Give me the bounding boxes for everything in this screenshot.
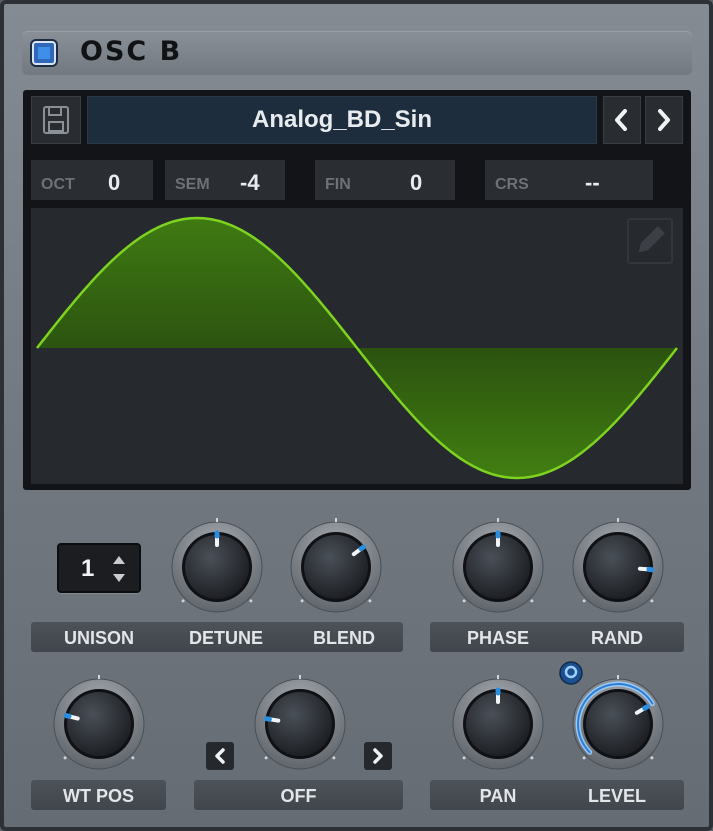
knob-graphic [572, 675, 664, 770]
pan-label: PAN [479, 786, 517, 806]
knob-graphic [572, 518, 664, 613]
param-crs-value: -- [585, 170, 600, 195]
wt-pos-knob[interactable] [49, 674, 149, 774]
save-icon [43, 106, 69, 134]
rand-label: RAND [591, 628, 643, 648]
param-fin[interactable]: FIN 0 [315, 160, 455, 200]
phase-label-bar: PHASE RAND [430, 622, 684, 652]
param-crs-label: CRS [495, 176, 529, 193]
param-oct-label: OCT [41, 176, 75, 193]
waveform-fill-positive [37, 218, 357, 348]
osc-title: OSC B [80, 36, 183, 67]
pan-knob[interactable] [448, 674, 548, 774]
knob-graphic [452, 518, 544, 613]
edit-wavetable-button[interactable] [627, 218, 673, 264]
save-button[interactable] [31, 96, 81, 144]
unison-label: UNISON [63, 628, 134, 648]
phase-knob[interactable] [448, 517, 548, 617]
next-wavetable-button[interactable] [645, 96, 683, 144]
level-label: LEVEL [587, 786, 646, 806]
param-fin-label: FIN [325, 176, 351, 193]
osc-enable-toggle[interactable] [32, 41, 56, 65]
pencil-icon [638, 226, 665, 253]
detune-knob[interactable] [167, 517, 267, 617]
waveform-graph [36, 216, 678, 480]
chevron-left-icon [215, 748, 225, 764]
blend-knob[interactable] [286, 517, 386, 617]
knob-graphic [290, 518, 382, 613]
unison-label-bar: UNISON DETUNE BLEND [31, 622, 403, 652]
warp-prev-button[interactable] [206, 742, 234, 770]
param-sem[interactable]: SEM -4 [165, 160, 285, 200]
knob-graphic [452, 675, 544, 770]
warp-next-button[interactable] [364, 742, 392, 770]
stepper-updown-icon [113, 556, 125, 582]
prev-wavetable-button[interactable] [603, 96, 641, 144]
chevron-right-icon [373, 748, 383, 764]
detune-label: DETUNE [188, 628, 263, 648]
phase-label: PHASE [466, 628, 529, 648]
wt-pos-label: WT POS [63, 786, 134, 806]
wt-pos-label-bar: WT POS [31, 780, 166, 810]
unison-value: 1 [81, 555, 95, 582]
warp-knob[interactable] [250, 674, 350, 774]
mod-source-icon[interactable] [558, 660, 584, 686]
rand-knob[interactable] [568, 517, 668, 617]
warp-mode-label: OFF [280, 786, 317, 806]
param-sem-value: -4 [240, 170, 260, 195]
knob-graphic [171, 518, 263, 613]
osc-b-panel: OSC B Analog_BD_Sin OCT 0 SEM -4 FIN 0 C… [0, 0, 713, 831]
prev-arrow-icon [615, 109, 627, 131]
next-arrow-icon [658, 109, 670, 131]
param-crs[interactable]: CRS -- [485, 160, 653, 200]
unison-voices-stepper[interactable]: 1 [57, 543, 141, 593]
param-sem-label: SEM [175, 176, 210, 193]
param-fin-value: 0 [410, 170, 423, 195]
waveform-fill-negative [357, 348, 677, 478]
waveform-view[interactable] [31, 208, 683, 484]
knob-graphic [254, 675, 346, 770]
param-oct[interactable]: OCT 0 [31, 160, 153, 200]
wavetable-name[interactable]: Analog_BD_Sin [87, 96, 597, 144]
wavetable-display: Analog_BD_Sin OCT 0 SEM -4 FIN 0 CRS -- [23, 90, 691, 490]
param-oct-value: 0 [108, 170, 121, 195]
blend-label: BLEND [313, 628, 375, 648]
osc-header: OSC B [22, 31, 692, 75]
warp-mode-select[interactable]: OFF [194, 780, 403, 810]
level-knob[interactable] [568, 674, 668, 774]
knob-graphic [53, 675, 145, 770]
pan-label-bar: PAN LEVEL [430, 780, 684, 810]
